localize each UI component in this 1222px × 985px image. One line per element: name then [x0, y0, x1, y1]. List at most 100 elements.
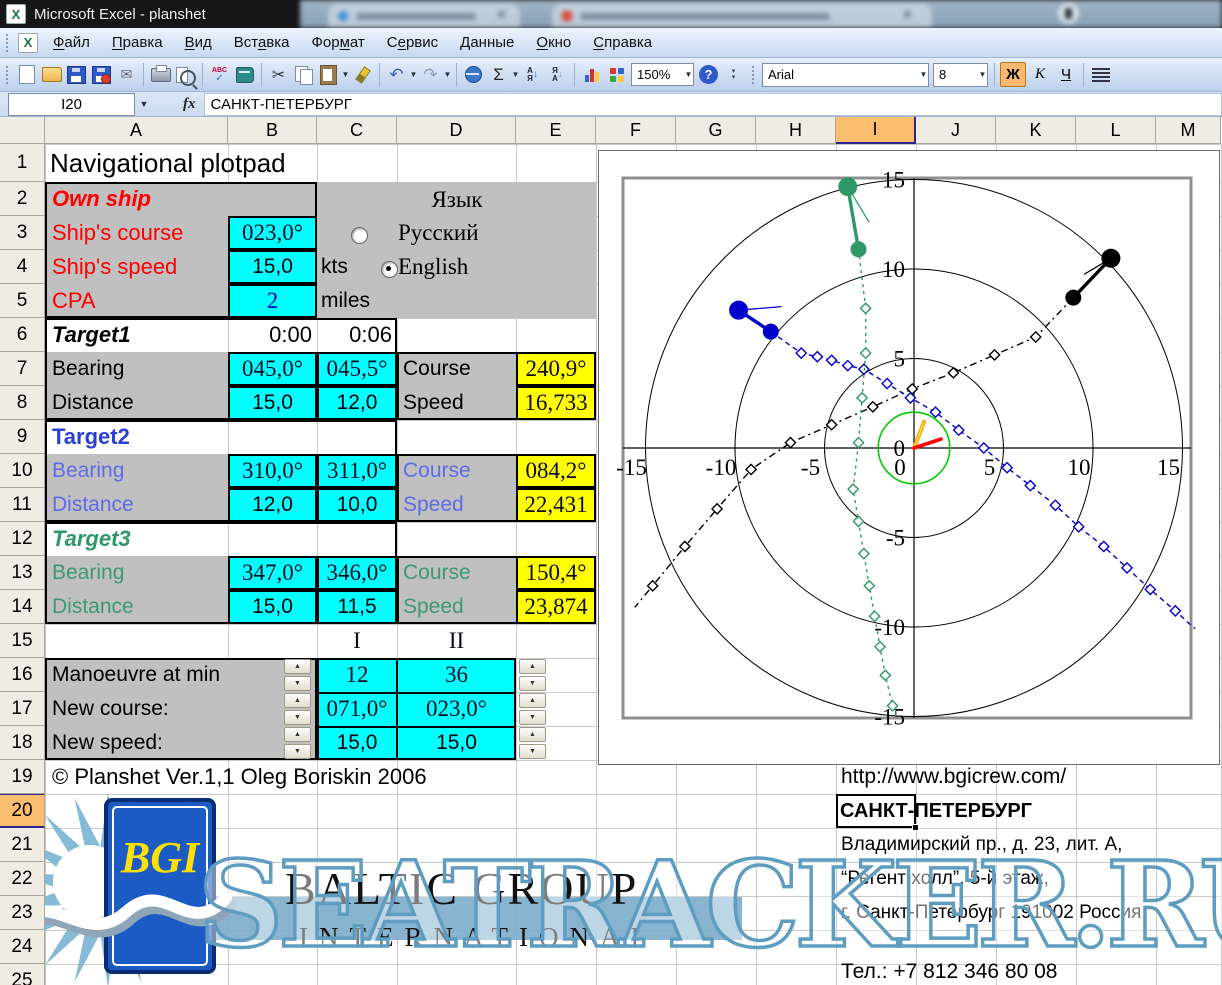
spinner-right-row0[interactable]: ▲▼ [519, 659, 546, 691]
insert-hyperlink-icon[interactable] [462, 63, 485, 86]
column-header-E[interactable]: E [516, 117, 596, 144]
row-header-13[interactable]: 13 [0, 556, 45, 590]
spinner-up-icon[interactable]: ▲ [284, 659, 311, 674]
column-header-M[interactable]: M [1156, 117, 1221, 144]
toolbar-options-icon[interactable]: ▾▾ [722, 63, 745, 86]
new-document-icon[interactable] [15, 63, 38, 86]
spinner-right-row1[interactable]: ▲▼ [519, 693, 546, 725]
column-header-B[interactable]: B [228, 117, 317, 144]
row-header-12[interactable]: 12 [0, 522, 45, 556]
spinner-up-icon[interactable]: ▲ [284, 727, 311, 742]
menu-item-4[interactable]: Вставка [223, 28, 301, 58]
row-header-8[interactable]: 8 [0, 386, 45, 420]
row-header-11[interactable]: 11 [0, 488, 45, 522]
spinner-up-icon[interactable]: ▲ [519, 727, 546, 742]
target-value-c[interactable]: 11,5 [317, 590, 397, 624]
language-option-1[interactable]: English [398, 250, 548, 284]
row-header-10[interactable]: 10 [0, 454, 45, 488]
fill-handle[interactable] [912, 824, 919, 831]
menu-item-5[interactable]: Формат [300, 28, 375, 58]
copy-icon[interactable] [292, 63, 315, 86]
row-header-22[interactable]: 22 [0, 862, 45, 896]
row-header-24[interactable]: 24 [0, 930, 45, 964]
own-ship-value-1[interactable]: 15,0 [228, 250, 317, 284]
target-value-c[interactable]: 311,0° [317, 454, 397, 488]
column-header-H[interactable]: H [756, 117, 836, 144]
column-header-K[interactable]: K [996, 117, 1076, 144]
menu-item-8[interactable]: Окно [525, 28, 582, 58]
underline-button[interactable]: Ч [1054, 63, 1078, 86]
align-icon[interactable] [1089, 63, 1112, 86]
row-header-15[interactable]: 15 [0, 624, 45, 658]
nav-plot-chart-object[interactable]: -15-10-5051015151050-5-10-15 [598, 150, 1220, 765]
column-header-D[interactable]: D [397, 117, 516, 144]
own-ship-value-0[interactable]: 023,0° [228, 216, 317, 250]
column-header-J[interactable]: J [916, 117, 996, 144]
print-icon[interactable] [149, 63, 172, 86]
redo-icon[interactable]: ↷ [419, 63, 442, 86]
manoeuvre-value1-1[interactable]: 071,0° [317, 692, 397, 726]
format-painter-icon[interactable] [351, 63, 374, 86]
row-header-17[interactable]: 17 [0, 692, 45, 726]
permission-icon[interactable] [90, 63, 113, 86]
sort-descending-icon[interactable]: ЯА↓ [546, 63, 569, 86]
row-header-5[interactable]: 5 [0, 284, 45, 318]
target-value-b[interactable]: 045,0° [228, 352, 317, 386]
menu-item-7[interactable]: Данные [449, 28, 525, 58]
target-value-b[interactable]: 347,0° [228, 556, 317, 590]
undo-dropdown-icon[interactable]: ▼ [409, 70, 418, 79]
own-ship-value-2[interactable]: 2 [228, 284, 317, 318]
manoeuvre-value2-0[interactable]: 36 [397, 658, 516, 692]
spinner-down-icon[interactable]: ▼ [284, 744, 311, 759]
menu-item-1[interactable]: Файл [42, 28, 101, 58]
column-header-A[interactable]: A [45, 117, 228, 144]
spinner-up-icon[interactable]: ▲ [284, 693, 311, 708]
row-header-21[interactable]: 21 [0, 828, 45, 862]
help-icon[interactable]: ? [697, 63, 720, 86]
browser-tabs-blurred[interactable]: ✕ ✕ [300, 0, 1222, 28]
row-header-9[interactable]: 9 [0, 420, 45, 454]
row-header-6[interactable]: 6 [0, 318, 45, 352]
manoeuvre-value1-2[interactable]: 15,0 [317, 726, 397, 760]
target-value-c[interactable]: 12,0 [317, 386, 397, 420]
paste-dropdown-icon[interactable]: ▼ [341, 70, 350, 79]
column-header-L[interactable]: L [1076, 117, 1156, 144]
menu-item-6[interactable]: Сервис [376, 28, 449, 58]
language-option-0[interactable]: Русский [398, 216, 548, 250]
blurred-button[interactable] [1058, 3, 1079, 24]
zoom-select[interactable]: 150%▼ [631, 63, 694, 86]
undo-icon[interactable]: ↶ [385, 63, 408, 86]
manoeuvre-value1-0[interactable]: 12 [317, 658, 397, 692]
name-box[interactable]: I20 [8, 93, 135, 116]
target-value-b[interactable]: 12,0 [228, 488, 317, 522]
row-header-14[interactable]: 14 [0, 590, 45, 624]
spinner-right-row2[interactable]: ▲▼ [519, 727, 546, 759]
paste-icon[interactable] [317, 63, 340, 86]
blurred-tab-1[interactable]: ✕ [328, 4, 520, 28]
column-header-G[interactable]: G [676, 117, 756, 144]
italic-button[interactable]: К [1028, 63, 1052, 86]
open-icon[interactable] [40, 63, 63, 86]
language-radio-русский[interactable] [351, 227, 368, 244]
spinner-left-row0[interactable]: ▲▼ [284, 659, 311, 691]
spinner-down-icon[interactable]: ▼ [519, 676, 546, 691]
spinner-up-icon[interactable]: ▲ [519, 693, 546, 708]
row-header-23[interactable]: 23 [0, 896, 45, 930]
manoeuvre-value2-1[interactable]: 023,0° [397, 692, 516, 726]
row-header-1[interactable]: 1 [0, 144, 45, 182]
column-header-F[interactable]: F [596, 117, 676, 144]
target-value-c[interactable]: 346,0° [317, 556, 397, 590]
select-all-corner[interactable] [0, 117, 45, 144]
row-header-2[interactable]: 2 [0, 182, 45, 216]
row-header-20[interactable]: 20 [0, 794, 45, 828]
column-header-C[interactable]: C [317, 117, 397, 144]
row-header-3[interactable]: 3 [0, 216, 45, 250]
redo-dropdown-icon[interactable]: ▼ [443, 70, 452, 79]
target-value-b[interactable]: 15,0 [228, 386, 317, 420]
formula-input[interactable]: САНКТ-ПЕТЕРБУРГ [204, 93, 1222, 116]
row-header-19[interactable]: 19 [0, 760, 45, 794]
research-icon[interactable] [233, 63, 256, 86]
menu-item-9[interactable]: Справка [582, 28, 663, 58]
save-icon[interactable] [65, 63, 88, 86]
target-value-b[interactable]: 310,0° [228, 454, 317, 488]
